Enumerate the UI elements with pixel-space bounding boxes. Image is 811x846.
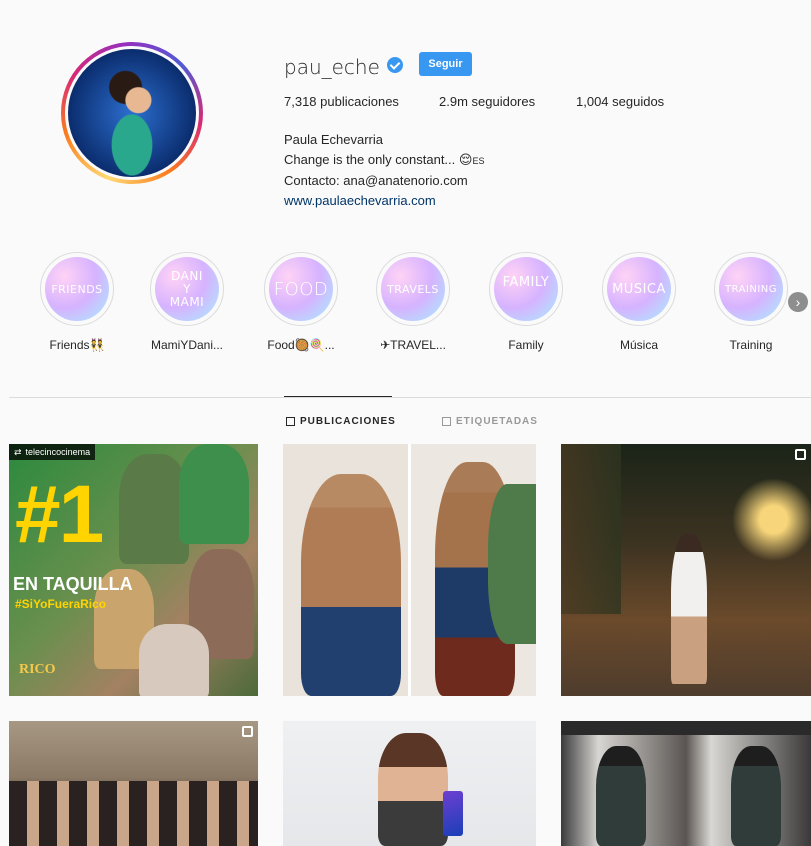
highlight-cover: MUSICA — [607, 257, 671, 321]
bio-contact: Contacto: ana@anatenorio.com — [284, 173, 468, 188]
post-thumbnail[interactable] — [9, 721, 258, 846]
ceiling-shape — [561, 721, 811, 735]
person-figure — [671, 534, 707, 684]
highlight-label: MamiYDani... — [150, 338, 224, 352]
highlight-travels[interactable]: TRAVELS ✈TRAVEL... — [374, 252, 452, 352]
highlight-ring: FOOD — [264, 252, 338, 326]
bio-line: Change is the only constant... 😌ES — [284, 150, 484, 171]
profile-bio: Paula Echevarria Change is the only cons… — [284, 130, 484, 211]
tab-label: PUBLICACIONES — [300, 416, 396, 427]
active-tab-indicator — [284, 396, 392, 397]
bio-suffix: ES — [472, 156, 485, 166]
highlight-ring: FRIENDS — [40, 252, 114, 326]
highlight-ring: TRAVELS — [376, 252, 450, 326]
highlight-friends[interactable]: FRIENDS Friends👯 — [38, 252, 116, 352]
highlight-cover: FOOD — [269, 257, 333, 321]
highlight-ring: TRAINING — [714, 252, 788, 326]
multi-photo-icon — [795, 449, 806, 460]
person-figure — [301, 474, 401, 696]
post-thumbnail[interactable] — [561, 444, 811, 696]
person-figure — [731, 746, 781, 846]
tab-label: ETIQUETADAS — [456, 416, 538, 427]
post-subheadline: EN TAQUILLA — [13, 574, 133, 594]
highlight-cover: DANI Y MAMI — [155, 257, 219, 321]
post-thumbnail[interactable] — [283, 444, 536, 696]
bio-text: Change is the only constant... 😌 — [284, 152, 473, 167]
tab-etiquetadas[interactable]: ETIQUETADAS — [442, 416, 538, 427]
highlight-musica[interactable]: MUSICA Música — [600, 252, 678, 352]
username: pau_eche — [284, 55, 380, 79]
repost-icon: ⇄ — [14, 447, 22, 457]
post-thumbnail[interactable]: ⇄ telecincocinema #1 EN TAQUILLA #SiYoFue… — [9, 444, 258, 696]
post-thumbnail[interactable] — [283, 721, 536, 846]
highlight-food[interactable]: FOOD Food🥘🍭... — [262, 252, 340, 352]
grid-icon — [286, 417, 295, 426]
person-figure — [596, 746, 646, 846]
repost-badge: ⇄ telecincocinema — [9, 444, 96, 460]
highlight-cover: TRAVELS — [381, 257, 445, 321]
highlight-ring: FAMILY — [489, 252, 563, 326]
profile-avatar-ring[interactable] — [61, 42, 203, 184]
verified-badge-icon — [387, 57, 403, 73]
phone-shape — [443, 791, 463, 836]
followers-link[interactable]: 2.9m seguidores — [439, 94, 535, 109]
highlight-label: Food🥘🍭... — [267, 338, 335, 352]
following-link[interactable]: 1,004 seguidos — [576, 94, 664, 109]
highlight-label: Training — [729, 338, 773, 352]
posts-count: 7,318 publicaciones — [284, 94, 399, 109]
person-figure — [139, 624, 209, 696]
highlight-label: Música — [619, 338, 658, 352]
highlight-family[interactable]: FAMILY Family — [487, 252, 565, 352]
movie-logo: RICO — [19, 662, 56, 677]
post-hashtag: #SiYoFueraRico — [15, 597, 107, 611]
avatar-border — [65, 46, 199, 180]
post-headline: #1 — [15, 469, 104, 560]
avatar[interactable] — [68, 49, 196, 177]
person-figure — [378, 733, 448, 846]
highlight-label: Family — [508, 338, 544, 352]
highlight-cover: FRIENDS — [45, 257, 109, 321]
person-figure — [179, 444, 249, 544]
highlight-training[interactable]: TRAINING Training — [712, 252, 790, 352]
full-name: Paula Echevarria — [284, 132, 383, 147]
highlight-cover: TRAINING — [719, 257, 783, 321]
highlight-ring: MUSICA — [602, 252, 676, 326]
website-link[interactable]: www.paulaechevarria.com — [284, 193, 436, 208]
highlight-label: ✈TRAVEL... — [380, 338, 446, 352]
tagged-icon — [442, 417, 451, 426]
highlight-cover: FAMILY — [494, 257, 558, 321]
highlight-ring: DANI Y MAMI — [150, 252, 224, 326]
multi-photo-icon — [242, 726, 253, 737]
highlight-mamiydani[interactable]: DANI Y MAMI MamiYDani... — [148, 252, 226, 352]
highlights-next-arrow-icon[interactable]: › — [788, 292, 808, 312]
plant-shape — [488, 484, 536, 644]
repost-source: telecincocinema — [25, 447, 91, 457]
group-figures — [9, 781, 258, 846]
post-thumbnail[interactable] — [561, 721, 811, 846]
highlight-label: Friends👯 — [49, 338, 105, 352]
tabs-divider — [9, 397, 811, 398]
follow-button[interactable]: Seguir — [419, 52, 472, 76]
tab-publicaciones[interactable]: PUBLICACIONES — [286, 416, 396, 427]
palm-tree-shape — [561, 444, 621, 614]
